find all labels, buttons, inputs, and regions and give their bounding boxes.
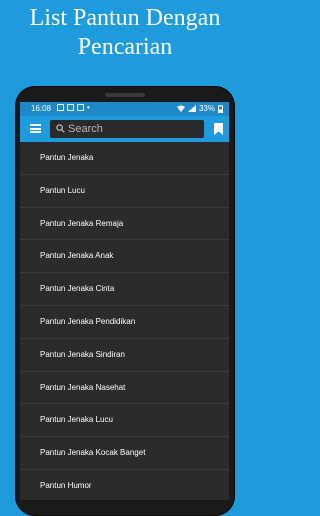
list-item[interactable]: Pantun Jenaka Sindiran <box>20 339 229 372</box>
phone-speaker <box>105 93 145 97</box>
hamburger-menu-icon[interactable] <box>30 124 41 133</box>
pantun-list: Pantun Jenaka Pantun Lucu Pantun Jenaka … <box>20 142 229 500</box>
notification-icon <box>77 104 84 111</box>
status-bar: 16:08 • 33% <box>20 102 229 116</box>
status-time: 16:08 <box>31 104 52 113</box>
notification-icon <box>57 104 64 111</box>
status-notifications: • <box>57 103 90 112</box>
signal-icon <box>187 105 196 112</box>
promo-title-line2: Pencarian <box>77 34 173 60</box>
list-item[interactable]: Pantun Jenaka <box>20 142 229 175</box>
notification-icon <box>67 104 74 111</box>
list-item[interactable]: Pantun Jenaka Cinta <box>20 273 229 306</box>
search-input[interactable] <box>68 120 198 138</box>
search-box[interactable] <box>50 120 204 138</box>
wifi-icon <box>176 105 185 112</box>
promo-title: List Pantun Dengan Pencarian <box>0 4 250 62</box>
status-right: 33% <box>176 104 223 113</box>
list-item[interactable]: Pantun Lucu <box>20 175 229 208</box>
more-notifications-icon: • <box>87 103 90 112</box>
list-item[interactable]: Pantun Jenaka Remaja <box>20 208 229 241</box>
search-icon <box>56 124 65 133</box>
app-bar <box>20 116 229 142</box>
list-item[interactable]: Pantun Jenaka Lucu <box>20 404 229 438</box>
promo-title-line1: List Pantun Dengan <box>29 5 221 31</box>
battery-percentage: 33% <box>198 104 215 113</box>
list-item[interactable]: Pantun Humor <box>20 470 229 500</box>
list-item[interactable]: Pantun Jenaka Pendidikan <box>20 306 229 339</box>
app-screen: 16:08 • 33% Search Pantun Jenaka Pantun … <box>20 102 229 500</box>
list-item[interactable]: Pantun Jenaka Kocak Banget <box>20 437 229 470</box>
battery-icon <box>218 104 223 113</box>
list-item[interactable]: Pantun Jenaka Anak <box>20 240 229 274</box>
list-item[interactable]: Pantun Jenaka Nasehat <box>20 372 229 405</box>
bookmark-icon[interactable] <box>214 123 223 135</box>
